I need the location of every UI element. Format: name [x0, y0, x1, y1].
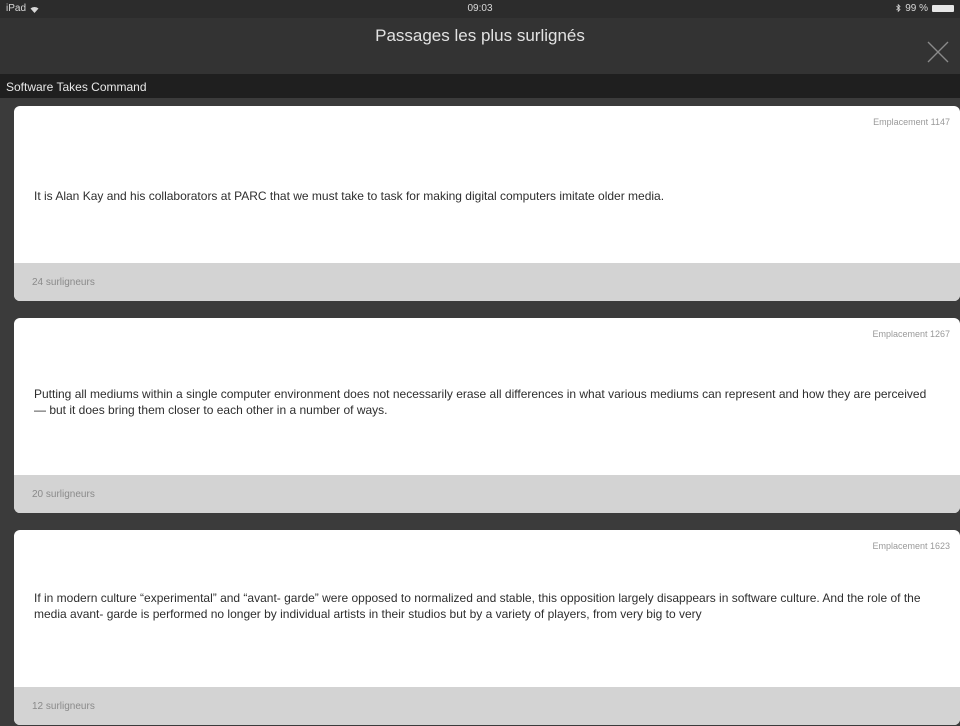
highlighter-count: 24 surligneurs: [32, 277, 95, 288]
passage-location: Emplacement 1147: [873, 117, 950, 127]
passage-location: Emplacement 1623: [872, 541, 950, 551]
book-title-bar: Software Takes Command: [0, 74, 960, 98]
page-title: Passages les plus surlignés: [375, 26, 585, 45]
passage-text: Putting all mediums within a single comp…: [34, 387, 927, 417]
nav-bar: Passages les plus surlignés: [0, 18, 960, 74]
passage-card[interactable]: Emplacement 1147 It is Alan Kay and his …: [14, 106, 960, 301]
close-button[interactable]: [926, 40, 950, 64]
passage-footer: 24 surligneurs: [14, 263, 960, 301]
close-icon: [927, 41, 949, 63]
status-right: 99 %: [896, 3, 954, 14]
passage-card[interactable]: Emplacement 1267 Putting all mediums wit…: [14, 318, 960, 513]
passage-footer: 12 surligneurs: [14, 687, 960, 725]
passage-text: It is Alan Kay and his collaborators at …: [34, 189, 665, 203]
passage-location: Emplacement 1267: [872, 329, 950, 339]
status-bar: iPad 09:03 99 %: [0, 0, 960, 18]
battery-icon: [932, 5, 954, 12]
highlighter-count: 12 surligneurs: [32, 701, 95, 712]
battery-percent: 99 %: [905, 3, 928, 14]
passage-text: If in modern culture “experimental” and …: [34, 591, 921, 621]
screen: iPad 09:03 99 % Passages les plus surlig…: [0, 0, 960, 726]
highlighter-count: 20 surligneurs: [32, 489, 95, 500]
passage-footer: 20 surligneurs: [14, 475, 960, 513]
status-time: 09:03: [467, 3, 493, 14]
passage-card[interactable]: Emplacement 1623 If in modern culture “e…: [14, 530, 960, 725]
bluetooth-icon: [896, 3, 901, 14]
book-title: Software Takes Command: [6, 80, 147, 94]
